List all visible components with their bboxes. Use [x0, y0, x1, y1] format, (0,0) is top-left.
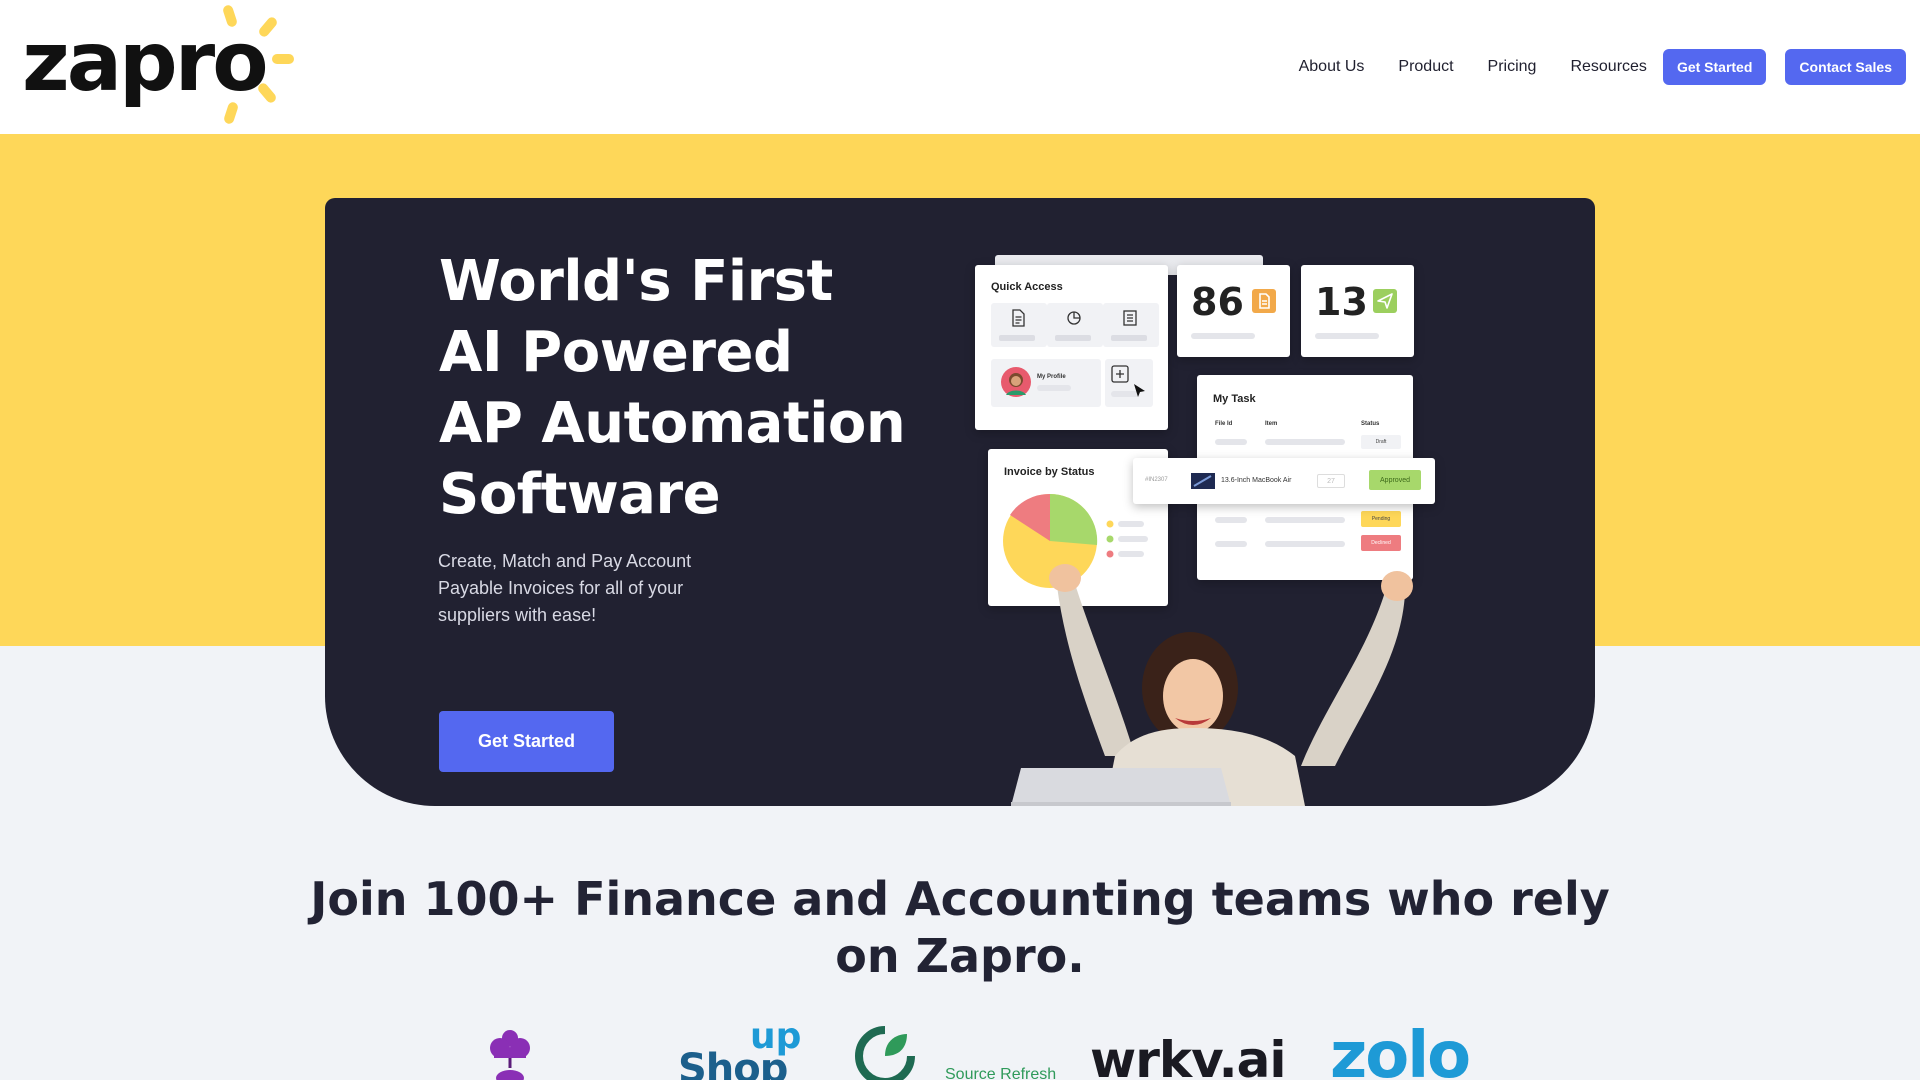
status-badge-approved: Approved — [1369, 470, 1421, 490]
quick-tile — [1103, 303, 1159, 347]
source-refresh-logo: Source Refresh — [855, 1026, 1065, 1080]
my-profile-label: My Profile — [1037, 374, 1066, 380]
status-badge-draft: Draft — [1361, 435, 1401, 449]
placeholder-line — [1191, 333, 1255, 339]
hero-title-line: Software — [439, 462, 721, 527]
partner-logos: Shop up Source Refresh wrkv.ai zolo — [0, 1016, 1920, 1080]
nav-product[interactable]: Product — [1398, 49, 1453, 85]
invoice-status-title: Invoice by Status — [1004, 466, 1095, 478]
hero-title-line: AI Powered — [439, 320, 793, 385]
my-task-title: My Task — [1213, 393, 1256, 405]
my-profile-tile: My Profile — [991, 359, 1101, 407]
get-started-button[interactable]: Get Started — [1662, 49, 1767, 85]
quick-tile — [991, 303, 1047, 347]
shopup-logo-up: up — [750, 1016, 802, 1057]
purple-cloud-logo — [490, 1030, 530, 1080]
hero-title: World's First AI Powered AP Automation S… — [439, 246, 906, 530]
hero-card: World's First AI Powered AP Automation S… — [325, 198, 1595, 806]
stat-value: 86 — [1191, 280, 1244, 324]
document-icon — [1012, 309, 1025, 327]
zolo-logo: zolo — [1330, 1019, 1471, 1080]
sun-burst-icon — [223, 5, 294, 124]
leaf-ring-icon — [855, 1026, 915, 1080]
row-file-id: #IN2307 — [1145, 477, 1168, 483]
hero-title-line: World's First — [439, 249, 833, 314]
celebrating-woman-image — [1011, 564, 1413, 806]
quick-access-panel: Quick Access My Profile — [975, 265, 1168, 430]
column-header-item: Item — [1265, 421, 1278, 427]
hero-title-line: AP Automation — [439, 391, 906, 456]
quick-tile — [1047, 303, 1103, 347]
stat-card-sent: 13 — [1301, 265, 1414, 357]
hero-get-started-button[interactable]: Get Started — [439, 711, 614, 772]
trust-heading-line: on Zapro. — [835, 929, 1085, 983]
nav-about-us[interactable]: About Us — [1299, 49, 1365, 85]
placeholder-line — [1037, 385, 1071, 391]
trust-heading-line: Join 100+ Finance and Accounting teams w… — [310, 872, 1610, 926]
stat-card-invoices: 86 — [1177, 265, 1290, 357]
zapro-logo[interactable]: zapro — [22, 2, 294, 128]
nav-pricing[interactable]: Pricing — [1488, 49, 1537, 85]
laptop-thumbnail — [1191, 473, 1215, 489]
column-header-status: Status — [1361, 421, 1380, 427]
avatar — [1001, 367, 1031, 397]
main-nav: About Us Product Pricing Resources Get S… — [1299, 49, 1906, 85]
wrkv-logo: wrkv.ai — [1090, 1031, 1286, 1080]
mouse-cursor-icon — [1134, 384, 1145, 397]
placeholder-line — [1315, 333, 1379, 339]
stat-value: 13 — [1315, 280, 1368, 324]
contact-sales-button[interactable]: Contact Sales — [1785, 49, 1906, 85]
placeholder-line — [1215, 439, 1247, 445]
add-icon — [1111, 365, 1129, 383]
quick-access-title: Quick Access — [991, 281, 1063, 293]
pie-chart-icon — [1067, 311, 1081, 325]
trust-heading: Join 100+ Finance and Accounting teams w… — [0, 871, 1920, 985]
send-icon — [1373, 289, 1397, 313]
site-header: zapro About Us Product Pricing Resources… — [0, 0, 1920, 134]
row-quantity: 27 — [1317, 474, 1345, 488]
dashboard-illustration: Quick Access My Profile 86 13 My Task Fi… — [965, 255, 1465, 806]
placeholder-line — [1265, 439, 1345, 445]
hero-subtitle: Create, Match and Pay Account Payable In… — [438, 551, 692, 625]
column-header-file-id: File Id — [1215, 421, 1233, 427]
nav-resources[interactable]: Resources — [1570, 49, 1646, 85]
invoice-icon — [1252, 289, 1276, 313]
highlighted-task-row: #IN2307 13.6-Inch MacBook Air 27 Approve… — [1133, 458, 1435, 504]
list-icon — [1123, 310, 1137, 326]
row-item: 13.6-Inch MacBook Air — [1221, 477, 1292, 484]
shopup-logo: Shop up — [678, 1016, 801, 1080]
source-refresh-text: Source Refresh — [945, 1066, 1057, 1080]
